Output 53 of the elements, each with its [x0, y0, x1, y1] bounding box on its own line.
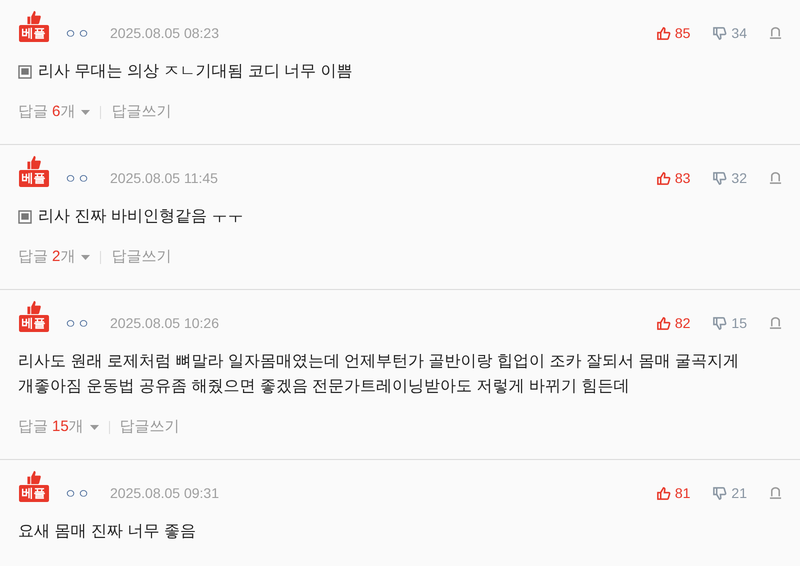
thumbs-down-icon — [712, 171, 728, 186]
report-button[interactable] — [769, 487, 782, 500]
like-button[interactable]: 82 — [656, 315, 690, 332]
thumbs-up-icon — [26, 470, 42, 485]
best-badge: 베플 — [18, 170, 48, 187]
author-name[interactable]: ㅇㅇ — [64, 315, 90, 332]
comment-date: 2025.08.05 09:31 — [110, 485, 219, 502]
best-badge: 베플 — [18, 315, 48, 332]
bell-icon — [769, 27, 782, 40]
thumbs-up-icon — [656, 486, 671, 501]
best-badge: 베플 — [18, 25, 48, 42]
thumbs-up-icon — [656, 316, 671, 331]
thumbs-up-icon — [656, 171, 671, 186]
like-button[interactable]: 81 — [656, 485, 690, 502]
caret-icon — [81, 254, 90, 260]
best-badge: 베플 — [18, 485, 48, 502]
like-button[interactable]: 85 — [656, 25, 690, 42]
author-name[interactable]: ㅇㅇ — [64, 170, 90, 187]
caret-icon — [81, 110, 90, 114]
bell-icon — [769, 317, 782, 330]
thumbs-up-icon — [26, 155, 42, 170]
replies-toggle[interactable]: 답글 15개 — [18, 417, 99, 437]
comment-date: 2025.08.05 08:23 — [110, 25, 219, 42]
comment-text: 리사 진짜 바비인형같음 ㅜㅜ — [38, 207, 244, 227]
dislike-button[interactable]: 21 — [712, 485, 747, 502]
comment-text: 리사도 원래 로제처럼 뼈말라 일자몸매였는데 언제부턴가 골반이랑 힙업이 조카 잘되서 몸매 굴곡지게 개좋아짐 운동법 공유좀 해줬으면 좋겠음 전문가트레이닝받아도 저렇게 바뀌기 힘든데 — [18, 352, 740, 397]
author-name[interactable]: ㅇㅇ — [64, 485, 90, 502]
author-name[interactable]: ㅇㅇ — [64, 25, 90, 42]
comment-text: 요새 몸매 진짜 너무 좋음 — [18, 522, 197, 542]
dislike-button[interactable]: 32 — [712, 170, 747, 187]
report-button[interactable] — [769, 27, 782, 40]
bell-icon — [769, 487, 782, 500]
thumbs-down-icon — [712, 26, 728, 41]
replies-toggle[interactable]: 답글 2개 — [18, 247, 90, 267]
thumbs-up-icon — [656, 26, 671, 41]
bell-icon — [769, 172, 782, 185]
comment-date: 2025.08.05 10:26 — [110, 315, 219, 332]
thumbs-down-icon — [712, 316, 728, 331]
write-reply-link[interactable]: 답글쓰기 — [111, 247, 172, 267]
report-button[interactable] — [769, 172, 782, 185]
comment-date: 2025.08.05 11:45 — [110, 170, 218, 187]
comment-text: 리사 무대는 의상 ㅈㄴ기대됨 코디 너무 이쁨 — [38, 62, 354, 82]
thumbs-down-icon — [712, 486, 728, 501]
report-button[interactable] — [769, 317, 782, 330]
caret-icon — [90, 424, 99, 430]
like-button[interactable]: 83 — [656, 170, 690, 187]
thumbs-up-icon — [26, 300, 42, 315]
dislike-button[interactable]: 15 — [712, 315, 747, 332]
write-reply-link[interactable]: 답글쓰기 — [120, 417, 180, 437]
replies-toggle[interactable]: 답글 6개 — [18, 102, 90, 122]
thumbs-up-icon — [26, 10, 42, 25]
write-reply-link[interactable]: 답글쓰기 — [111, 102, 172, 122]
dislike-button[interactable]: 34 — [712, 25, 747, 42]
